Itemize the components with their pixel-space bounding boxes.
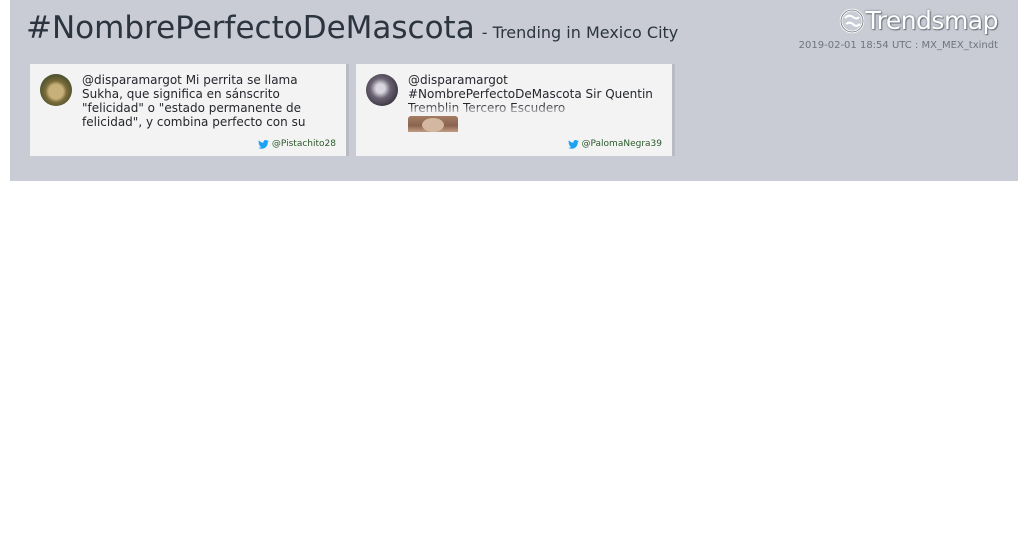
globe-icon [839,8,864,33]
brand-name: Trendsmap [865,6,999,35]
user-avatar[interactable] [40,74,72,106]
trend-title: #NombrePerfectoDeMascota - Trending in M… [26,10,678,46]
author-handle[interactable]: @Pistachito28 [272,139,336,149]
tweet-image-thumbnail[interactable] [408,116,458,132]
twitter-bird-icon [567,139,579,149]
trend-panel: #NombrePerfectoDeMascota - Trending in M… [10,0,1018,181]
tweet-author[interactable]: @Pistachito28 [257,139,336,149]
tweet-card[interactable]: @disparamargot Mi perrita se llama Sukha… [30,64,346,156]
tweet-text: @disparamargot #NombrePerfectoDeMascota … [408,73,653,115]
user-avatar[interactable] [366,74,398,106]
tweet-text: @disparamargot Mi perrita se llama Sukha… [82,73,306,129]
twitter-bird-icon [257,139,269,149]
location-subtitle: - Trending in Mexico City [481,23,679,42]
tweet-card[interactable]: @disparamargot #NombrePerfectoDeMascota … [356,64,672,156]
author-handle[interactable]: @PalomaNegra39 [582,139,662,149]
trendsmap-logo[interactable]: Trendsmap [839,6,999,35]
tweet-author[interactable]: @PalomaNegra39 [567,139,662,149]
hashtag-title[interactable]: #NombrePerfectoDeMascota [26,10,475,46]
timestamp: 2019-02-01 18:54 UTC : MX_MEX_txindt [798,40,998,51]
